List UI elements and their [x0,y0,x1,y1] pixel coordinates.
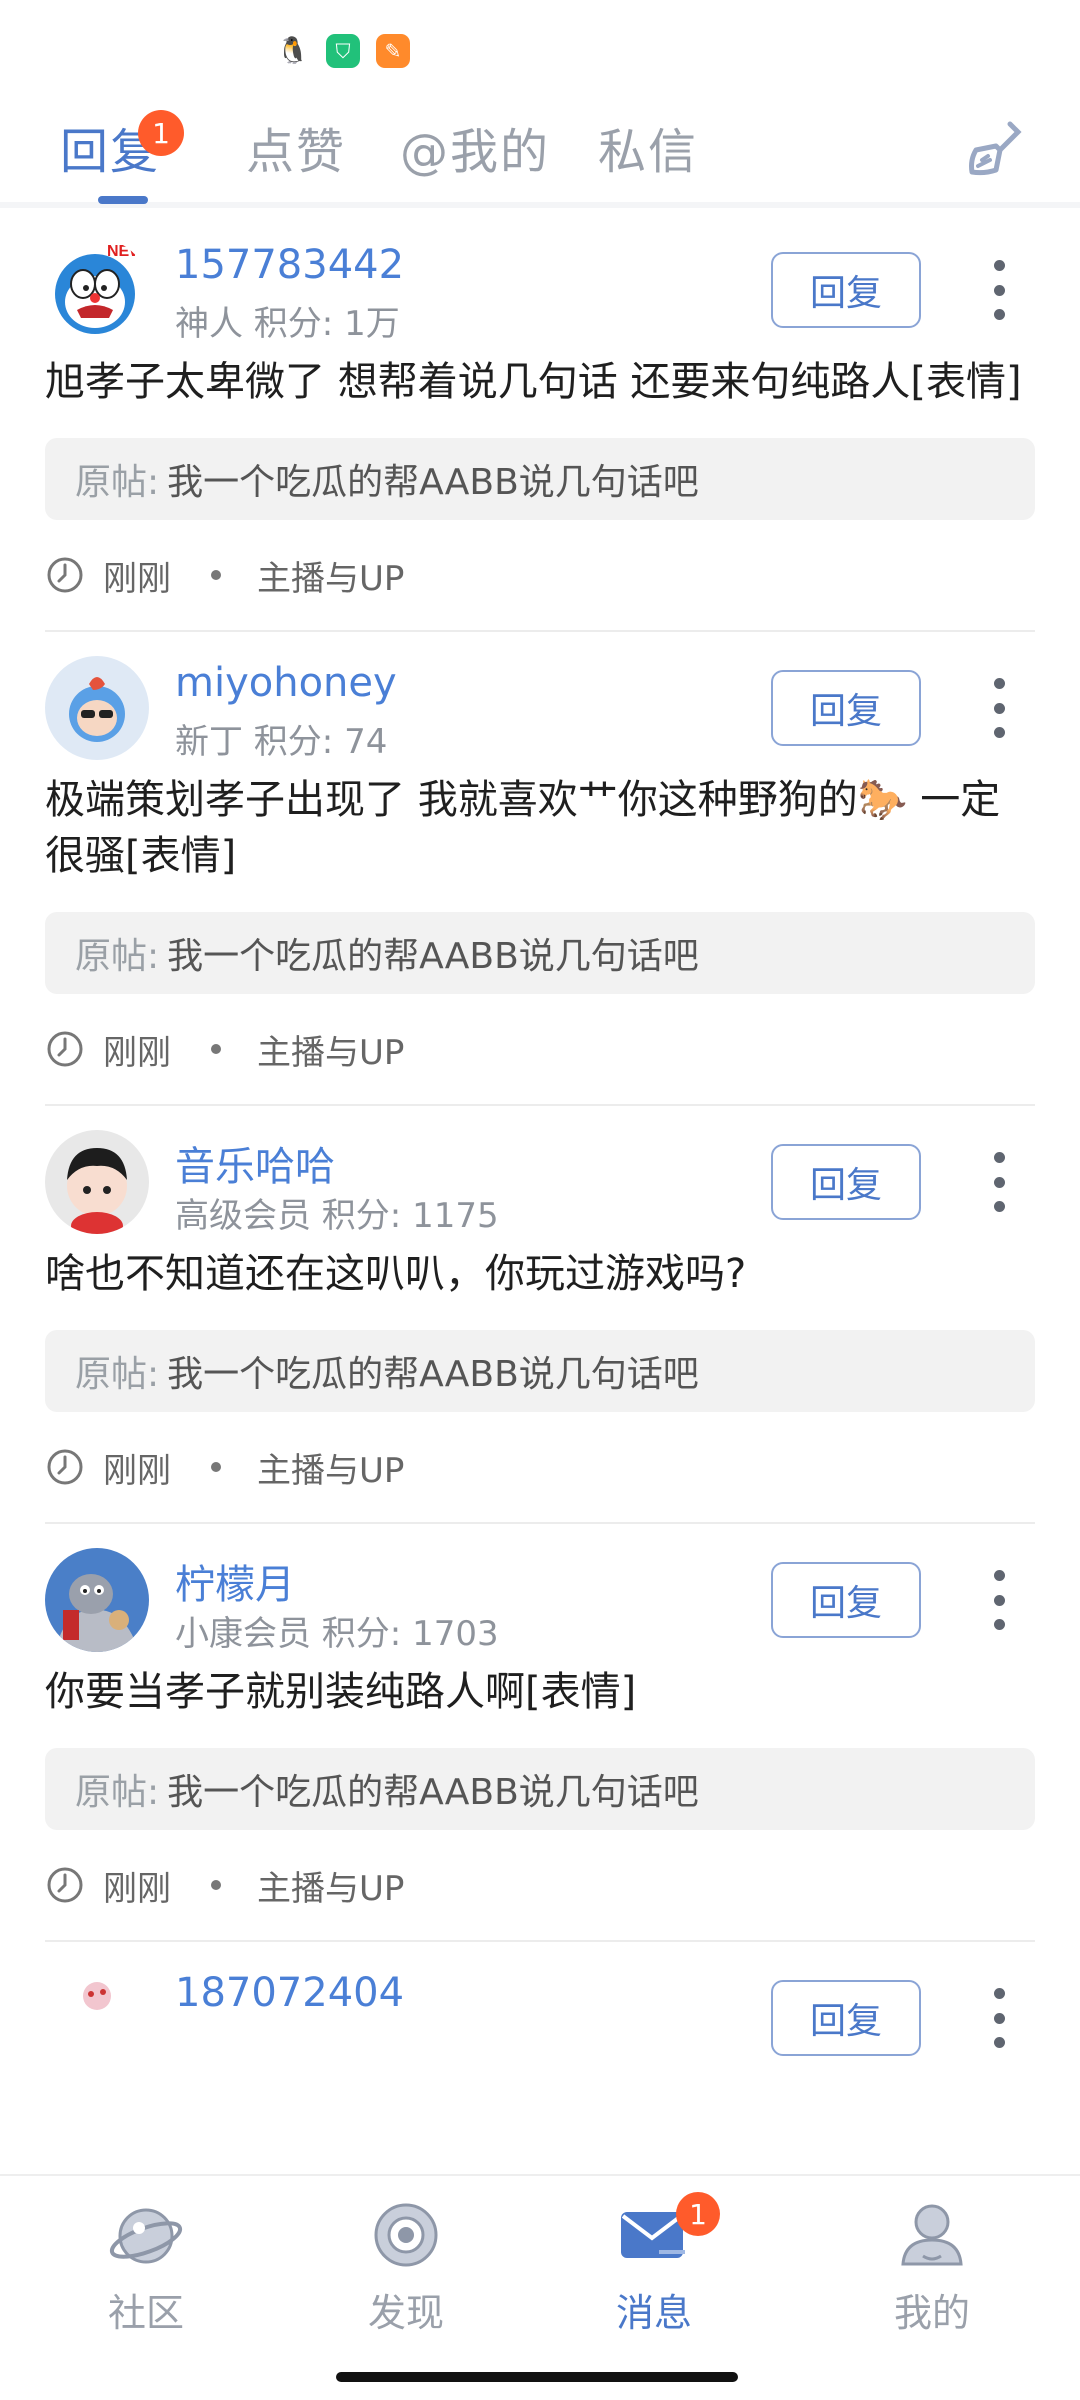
tab-replies-badge: 1 [138,110,184,156]
original-post-key: 原帖: [75,936,160,977]
clear-broom-icon[interactable] [960,116,1030,186]
svg-text:NEW: NEW [107,243,145,260]
reply-footer: 刚刚 主播与UP [45,1412,1035,1522]
tab-mentions[interactable]: @我的 [400,112,550,182]
clock-icon [47,1867,83,1903]
reply-button[interactable]: 回复 [771,1144,921,1220]
qq-penguin-icon: 🐧 [276,34,310,68]
status-bar: 🐧 ⛉ ✎ [0,0,1080,90]
reply-button[interactable]: 回复 [771,670,921,746]
more-options-icon[interactable] [989,678,1009,738]
nav-messages[interactable]: 1 消息 [564,2192,744,2337]
nav-label: 消息 [615,2291,692,2335]
nav-label: 社区 [107,2291,184,2335]
original-post-key: 原帖: [75,1772,160,1813]
clock-icon [47,557,83,593]
tab-likes[interactable]: 点赞 [246,112,346,182]
nav-label: 我的 [893,2291,970,2335]
separator-dot [211,1462,221,1472]
reply-footer: 刚刚 主播与UP [45,994,1035,1104]
original-post-link[interactable]: 原帖: 我一个吃瓜的帮AABB说几句话吧 [45,438,1035,520]
original-post-title: 我一个吃瓜的帮AABB说几句话吧 [167,1354,699,1395]
active-tab-indicator [98,196,148,204]
list-item[interactable]: miyohoney 新丁 积分: 74 回复 极端策划孝子出现了 我就喜欢艹你这… [45,632,1035,1106]
reply-time: 刚刚 [103,1868,171,1909]
separator-dot [211,570,221,580]
tab-private-messages[interactable]: 私信 [598,112,698,182]
section-name[interactable]: 主播与UP [257,1443,404,1492]
separator-dot [211,1044,221,1054]
nav-discover[interactable]: 发现 [316,2194,496,2337]
clock-icon [47,1031,83,1067]
user-meta: 小康会员 积分: 1703 [175,1614,499,1654]
user-meta: 新丁 积分: 74 [175,722,388,762]
avatar[interactable]: NEW [45,238,149,342]
user-name[interactable]: 157783442 [175,242,404,288]
reply-content[interactable]: 极端策划孝子出现了 我就喜欢艹你这种野狗的🐎 一定很骚[表情] [45,772,1035,884]
shield-icon: ⛉ [326,34,360,68]
more-options-icon[interactable] [989,1152,1009,1212]
avatar[interactable] [45,1130,149,1234]
home-indicator[interactable] [336,2372,738,2382]
status-notification-icons: 🐧 ⛉ ✎ [276,34,410,68]
planet-icon [109,2208,183,2264]
reply-button[interactable]: 回复 [771,1562,921,1638]
user-meta: 神人 积分: 1万 [175,304,400,344]
reply-footer: 刚刚 主播与UP [45,1830,1035,1940]
avatar[interactable] [45,1548,149,1652]
original-post-title: 我一个吃瓜的帮AABB说几句话吧 [167,1772,699,1813]
reply-content[interactable]: 你要当孝子就别装纯路人啊[表情] [45,1664,1035,1720]
reply-time: 刚刚 [103,1450,171,1491]
reply-content[interactable]: 旭孝子太卑微了 想帮着说几句话 还要来句纯路人[表情] [45,354,1035,410]
section-name[interactable]: 主播与UP [257,1861,404,1910]
user-name[interactable]: 柠檬月 [175,1552,295,1610]
user-name[interactable]: miyohoney [175,660,397,706]
more-options-icon[interactable] [989,1570,1009,1630]
more-options-icon[interactable] [989,260,1009,320]
reply-time: 刚刚 [103,558,171,599]
reply-content[interactable]: 啥也不知道还在这叭叭，你玩过游戏吗? [45,1246,1035,1302]
list-item[interactable]: 柠檬月 小康会员 积分: 1703 回复 你要当孝子就别装纯路人啊[表情] 原帖… [45,1524,1035,1942]
list-item[interactable]: NEW 157783442 神人 积分: 1万 回复 旭孝子太卑微了 想帮着说几… [45,214,1035,632]
reply-button[interactable]: 回复 [771,252,921,328]
section-name[interactable]: 主播与UP [257,1025,404,1074]
message-tabs: 回复 1 点赞 @我的 私信 [0,90,1080,208]
reply-list[interactable]: NEW 157783442 神人 积分: 1万 回复 旭孝子太卑微了 想帮着说几… [0,214,1080,2174]
clock-icon [47,1449,83,1485]
list-item[interactable]: 音乐哈哈 高级会员 积分: 1175 回复 啥也不知道还在这叭叭，你玩过游戏吗?… [45,1106,1035,1524]
user-meta: 高级会员 积分: 1175 [175,1196,499,1236]
original-post-key: 原帖: [75,1354,160,1395]
section-name[interactable]: 主播与UP [257,551,404,600]
user-name[interactable]: 187072404 [175,1970,404,2016]
list-item[interactable]: 187072404 回复 [45,1942,1035,2072]
nav-label: 发现 [367,2291,444,2335]
reply-time: 刚刚 [103,1032,171,1073]
discover-icon [374,2203,438,2267]
app-notification-icon: ✎ [376,34,410,68]
nav-community[interactable]: 社区 [56,2194,236,2337]
user-icon [901,2204,963,2266]
user-name[interactable]: 音乐哈哈 [175,1134,335,1192]
original-post-link[interactable]: 原帖: 我一个吃瓜的帮AABB说几句话吧 [45,1330,1035,1412]
avatar[interactable] [45,656,149,760]
original-post-key: 原帖: [75,462,160,503]
bottom-navigation: 社区 发现 1 消息 我的 [0,2174,1080,2400]
reply-button[interactable]: 回复 [771,1980,921,2056]
nav-messages-badge: 1 [676,2192,720,2236]
reply-footer: 刚刚 主播与UP [45,520,1035,630]
nav-profile[interactable]: 我的 [842,2194,1022,2337]
original-post-link[interactable]: 原帖: 我一个吃瓜的帮AABB说几句话吧 [45,1748,1035,1830]
original-post-title: 我一个吃瓜的帮AABB说几句话吧 [167,462,699,503]
avatar[interactable] [45,1966,149,2070]
original-post-link[interactable]: 原帖: 我一个吃瓜的帮AABB说几句话吧 [45,912,1035,994]
more-options-icon[interactable] [989,1988,1009,2048]
original-post-title: 我一个吃瓜的帮AABB说几句话吧 [167,936,699,977]
separator-dot [211,1880,221,1890]
